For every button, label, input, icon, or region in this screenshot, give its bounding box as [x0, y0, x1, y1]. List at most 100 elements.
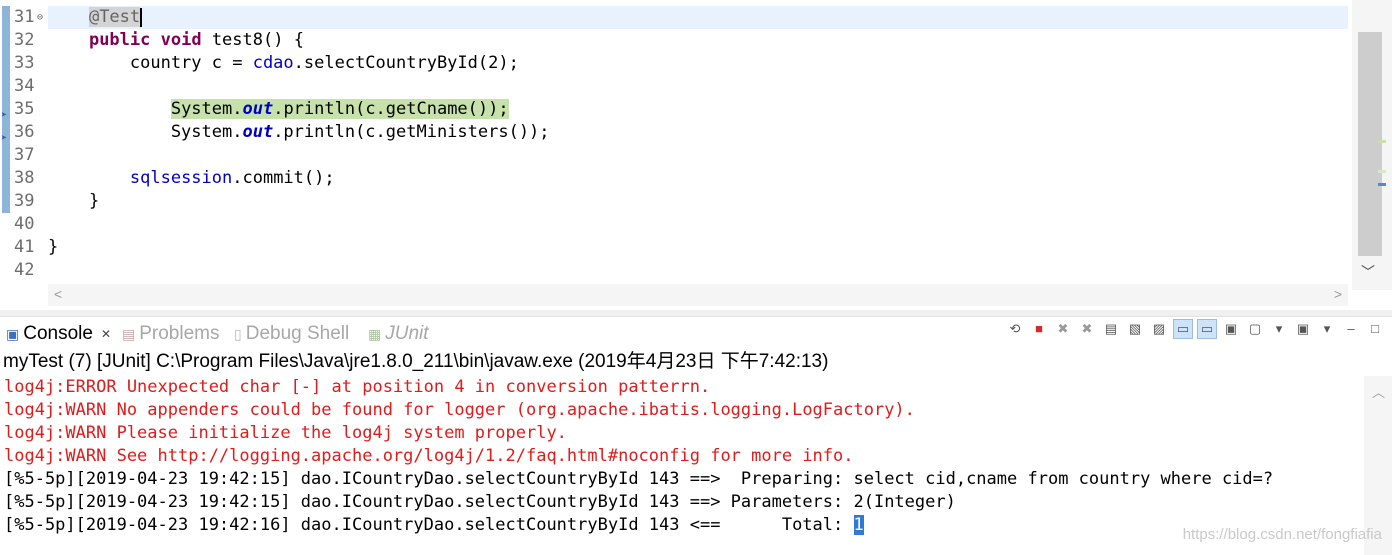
line-number-text: 31 — [14, 7, 35, 27]
scroll-up-icon[interactable]: ︿ — [1372, 382, 1385, 401]
code-token: void — [160, 30, 202, 50]
line-number: 39 — [0, 190, 46, 213]
editor-horizontal-scrollbar[interactable]: < > — [48, 284, 1348, 306]
remove-all-terminated-icon[interactable]: ✖ — [1054, 320, 1072, 338]
console-output-line[interactable]: [%5-5p][2019-04-23 19:42:16] dao.ICountr… — [0, 514, 1362, 537]
scroll-lock-icon[interactable]: ▤ — [1102, 320, 1120, 338]
code-token: sqlsession — [129, 168, 233, 188]
code-token: System. — [170, 99, 243, 119]
close-icon[interactable]: ✕ — [101, 322, 111, 346]
console-text: log4j:ERROR Unexpected char [-] at posit… — [4, 377, 711, 397]
code-line[interactable] — [48, 213, 1348, 236]
line-number: 34 — [0, 75, 46, 98]
line-number: 37 — [0, 144, 46, 167]
line-number: ➤ 36 — [0, 121, 46, 144]
console-text: [%5-5p][2019-04-23 19:42:16] dao.ICountr… — [4, 515, 854, 535]
new-console-dropdown-icon[interactable]: ▾ — [1318, 320, 1336, 338]
console-error-line[interactable]: log4j:WARN Please initialize the log4j s… — [0, 422, 1362, 445]
new-console-icon[interactable]: ▣ — [1294, 320, 1312, 338]
console-text: [%5-5p][2019-04-23 19:42:15] dao.ICountr… — [4, 492, 956, 512]
code-line[interactable]: } — [48, 190, 1348, 213]
display-dropdown-icon[interactable]: ▾ — [1270, 320, 1288, 338]
line-number: 38 — [0, 167, 46, 190]
code-line[interactable]: System.out.println(c.getMinisters()); — [48, 121, 1348, 144]
problems-icon: ▤ — [122, 326, 136, 342]
code-line[interactable] — [48, 259, 1348, 282]
terminate-icon[interactable]: ■ — [1030, 320, 1048, 338]
line-number-gutter[interactable]: 31 ⊖ 32 33 34 ➤ 35 ➤ 36 37 38 39 40 41 42 — [0, 6, 46, 282]
code-line[interactable] — [48, 144, 1348, 167]
line-number: 32 — [0, 29, 46, 52]
editor-vertical-scrollbar[interactable]: ﹀ — [1352, 0, 1392, 290]
console-icon: ▣ — [6, 326, 20, 342]
change-marker — [2, 167, 10, 190]
console-output-line[interactable]: [%5-5p][2019-04-23 19:42:15] dao.ICountr… — [0, 468, 1362, 491]
display-console-icon[interactable]: ▢ — [1246, 320, 1264, 338]
code-token: test8() { — [201, 30, 304, 50]
code-line[interactable]: public void test8() { — [48, 29, 1348, 52]
code-line[interactable]: System.out.println(c.getCname()); — [48, 98, 1348, 121]
remove-all-icon[interactable]: ✖ — [1078, 320, 1096, 338]
overview-marker[interactable] — [1378, 183, 1386, 186]
tab-console[interactable]: ▣ Console ✕ — [6, 322, 111, 346]
line-number-text: 41 — [14, 237, 35, 257]
console-text: [%5-5p][2019-04-23 19:42:15] dao.ICountr… — [4, 469, 1274, 489]
watermark: https://blog.csdn.net/fongfiafia — [1182, 526, 1382, 543]
open-console-icon[interactable]: ▣ — [1222, 320, 1240, 338]
console-error-line[interactable]: log4j:WARN See http://logging.apache.org… — [0, 445, 1362, 468]
line-number: 33 — [0, 52, 46, 75]
code-editor[interactable]: 31 ⊖ 32 33 34 ➤ 35 ➤ 36 37 38 39 40 41 42 @Test public… — [0, 0, 1392, 310]
line-number: ➤ 35 — [0, 98, 46, 121]
code-line[interactable]: sqlsession.commit(); — [48, 167, 1348, 190]
line-number-text: 35 — [14, 99, 35, 119]
word-wrap-icon[interactable]: ▧ — [1126, 320, 1144, 338]
line-number: 42 — [0, 259, 46, 282]
maximize-icon[interactable]: □ — [1366, 320, 1384, 338]
line-number-text: 32 — [14, 30, 35, 50]
console-toolbar: ⟲ ■ ✖ ✖ ▤ ▧ ▨ ▭ ▭ ▣ ▢ ▾ ▣ ▾ – □ — [1006, 319, 1384, 339]
remove-launch-icon[interactable]: ⟲ — [1006, 320, 1024, 338]
line-number: 41 — [0, 236, 46, 259]
line-number-text: 34 — [14, 76, 35, 96]
show-stdout-icon[interactable]: ▭ — [1173, 319, 1193, 339]
line-number-text: 33 — [14, 53, 35, 73]
scroll-left-icon[interactable]: < — [54, 286, 62, 302]
console-output[interactable]: log4j:ERROR Unexpected char [-] at posit… — [0, 376, 1362, 555]
console-error-line[interactable]: log4j:WARN No appenders could be found f… — [0, 399, 1362, 422]
show-stderr-icon[interactable]: ▭ — [1197, 319, 1217, 339]
line-number-text: 39 — [14, 191, 35, 211]
line-number-text: 42 — [14, 260, 35, 280]
change-marker — [2, 144, 10, 167]
scroll-right-icon[interactable]: > — [1334, 286, 1342, 302]
line-number-text: 37 — [14, 145, 35, 165]
code-line[interactable]: } — [48, 236, 1348, 259]
code-token: .selectCountryById(2); — [293, 53, 519, 73]
overview-marker[interactable] — [1378, 140, 1386, 143]
console-output-line[interactable]: [%5-5p][2019-04-23 19:42:15] dao.ICountr… — [0, 491, 1362, 514]
line-number: 31 ⊖ — [0, 6, 46, 29]
console-text: log4j:WARN No appenders could be found f… — [4, 400, 915, 420]
code-token: .println(c.getCname()); — [273, 99, 509, 119]
overview-marker[interactable] — [1378, 170, 1386, 173]
code-line[interactable] — [48, 75, 1348, 98]
code-token: @Test — [88, 7, 141, 27]
scroll-down-icon[interactable]: ﹀ — [1361, 262, 1375, 282]
code-line[interactable]: country c = cdao.selectCountryById(2); — [48, 52, 1348, 75]
pin-console-icon[interactable]: ▨ — [1150, 320, 1168, 338]
scrollbar-thumb[interactable] — [1358, 32, 1382, 256]
fold-icon[interactable]: ⊖ — [37, 6, 43, 29]
tab-problems[interactable]: ▤ Problems — [122, 322, 219, 346]
console-text: log4j:WARN See http://logging.apache.org… — [4, 446, 854, 466]
line-number-text: 40 — [14, 214, 35, 234]
console-error-line[interactable]: log4j:ERROR Unexpected char [-] at posit… — [0, 376, 1362, 399]
code-line[interactable]: @Test — [48, 6, 1348, 29]
tab-junit[interactable]: ▦ JUnit — [368, 322, 429, 346]
code-area[interactable]: @Test public void test8() { country c = … — [48, 6, 1348, 282]
tab-debug-shell[interactable]: ▯ Debug Shell — [234, 322, 349, 346]
line-number: 40 — [0, 213, 46, 236]
minimize-icon[interactable]: – — [1342, 320, 1360, 338]
